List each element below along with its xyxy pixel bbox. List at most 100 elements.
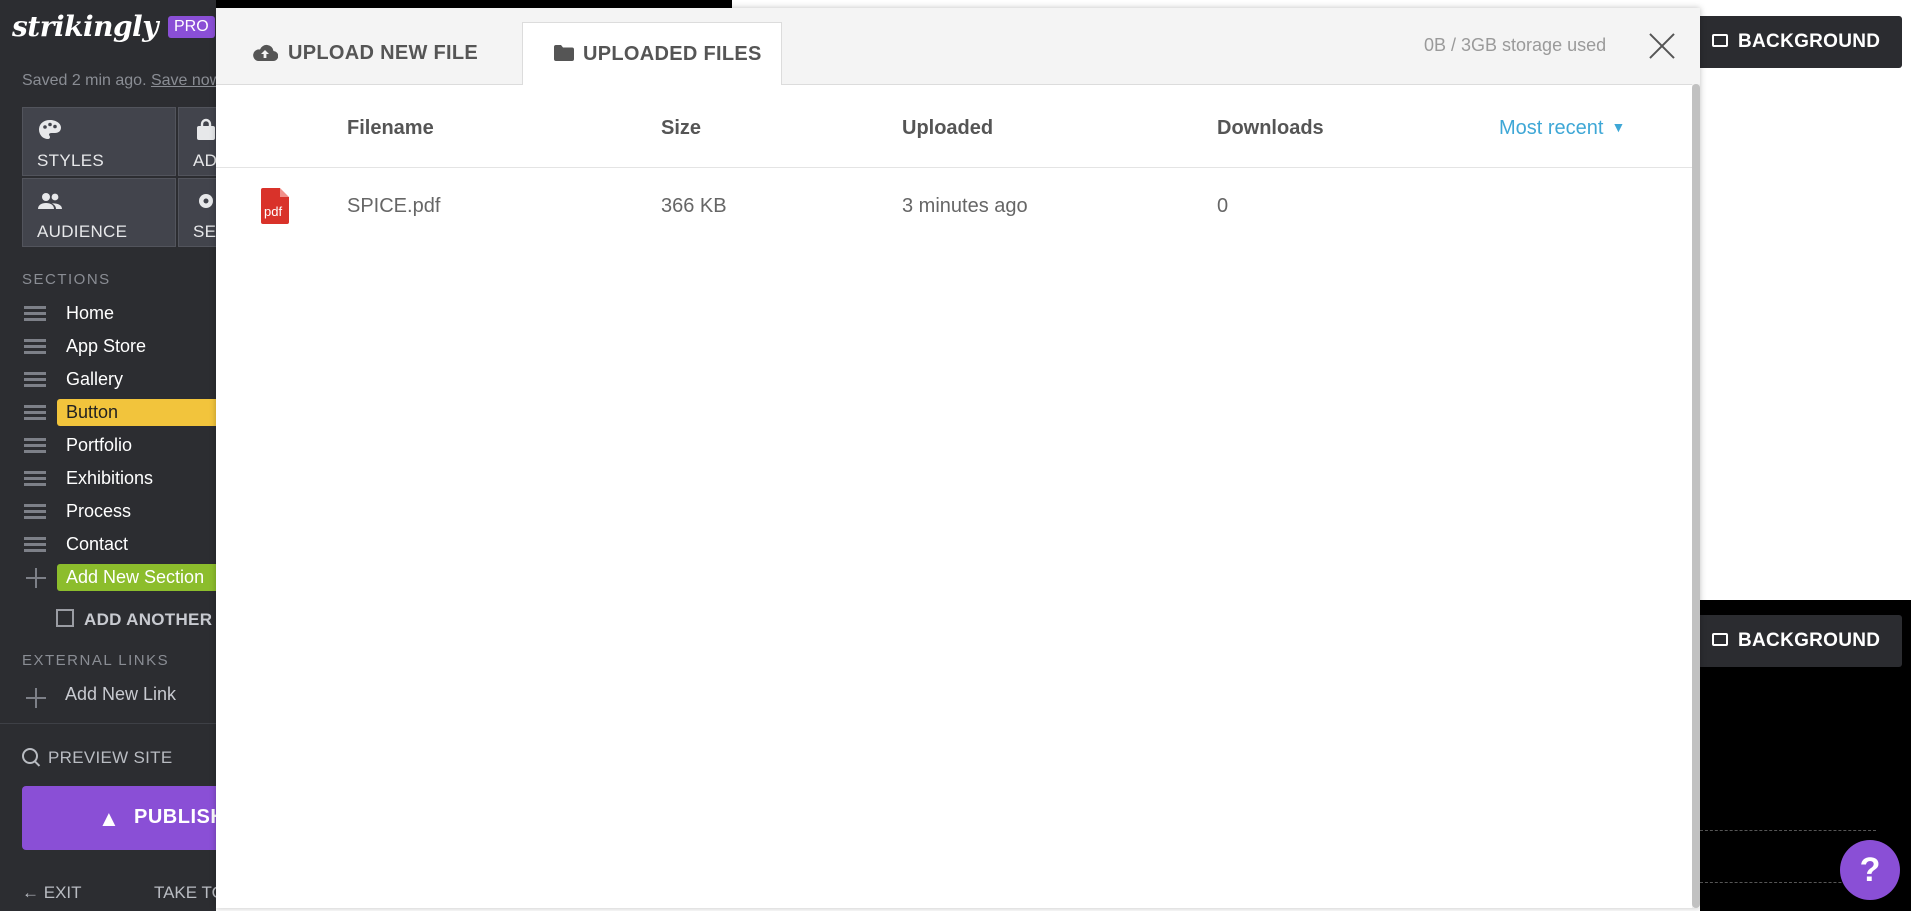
storage-usage: 0B / 3GB storage used [1424,35,1607,55]
add-another-page-button[interactable]: ADD ANOTHER [56,609,212,630]
palette-icon [39,120,61,139]
saved-text: Saved 2 min ago. [22,72,147,89]
strikingly-logo: strikingly [12,10,158,43]
styles-button[interactable]: STYLES [22,107,176,176]
dashed-divider [1700,830,1876,831]
section-item-button[interactable]: Button [22,396,216,429]
column-uploaded[interactable]: Uploaded [902,117,993,140]
folder-icon [554,45,574,61]
rocket-icon: ▲ [98,806,120,831]
close-icon[interactable] [1648,32,1676,60]
add-button[interactable]: ADD [178,107,216,176]
publish-button[interactable]: ▲ PUBLISH [22,786,216,850]
background-button[interactable]: BACKGROUND [1694,16,1902,68]
drag-handle-icon[interactable] [24,504,46,520]
drag-handle-icon[interactable] [24,471,46,487]
caret-down-icon: ▼ [1611,119,1626,135]
pdf-icon-label: pdf [264,204,283,219]
column-filename[interactable]: Filename [347,117,434,140]
drag-handle-icon[interactable] [24,372,46,388]
sidebar-divider [0,723,216,724]
background-label: BACKGROUND [1738,630,1881,651]
exit-label: EXIT [43,883,82,902]
section-label: Home [66,303,115,323]
section-item-gallery[interactable]: Gallery [22,363,216,396]
external-links-heading: EXTERNAL LINKS [22,652,170,669]
background-label: BACKGROUND [1738,31,1881,52]
editor-sidebar: strikingly PRO Saved 2 min ago. Save now… [0,0,216,911]
section-label: Contact [66,534,129,554]
sort-dropdown[interactable]: Most recent ▼ [1499,117,1625,140]
file-name[interactable]: SPICE.pdf [347,195,440,218]
plus-icon [26,568,46,588]
drag-handle-icon[interactable] [24,405,46,421]
cloud-upload-icon [253,44,278,62]
section-label: Exhibitions [66,468,154,488]
save-status: Saved 2 min ago. Save now [22,72,216,90]
preview-site-button[interactable]: PREVIEW SITE [22,748,173,768]
take-tour-button[interactable]: TAKE TOUR [154,883,216,902]
audience-button[interactable]: AUDIENCE [22,178,176,247]
logo-area: strikingly PRO [12,10,215,43]
scrollbar-thumb[interactable] [1692,84,1700,908]
table-row[interactable]: pdf SPICE.pdf 366 KB 3 minutes ago 0 [216,167,1692,247]
sidebar-footer: ← EXIT TAKE TOUR [22,883,216,903]
file-manager-modal: UPLOAD NEW FILE UPLOADED FILES 0B / 3GB … [216,8,1700,908]
canvas-top-strip [216,0,732,8]
publish-label: PUBLISH [134,806,216,828]
background-button[interactable]: BACKGROUND [1694,615,1902,667]
preview-label: PREVIEW SITE [48,748,173,767]
settings-button[interactable]: SETTINGS [178,178,216,247]
image-icon [1712,34,1728,47]
tool-label: AUDIENCE [37,222,128,241]
files-table-header: Filename Size Uploaded Downloads Most re… [216,84,1692,168]
column-downloads[interactable]: Downloads [1217,117,1324,140]
section-item-exhibitions[interactable]: Exhibitions [22,462,216,495]
section-item-contact[interactable]: Contact [22,528,216,561]
section-item-app-store[interactable]: App Store [22,330,216,363]
add-link-label: Add New Link [65,684,177,704]
people-icon [38,193,62,209]
section-label: Portfolio [66,435,133,455]
tab-label: UPLOAD NEW FILE [288,42,479,64]
drag-handle-icon[interactable] [24,306,46,322]
add-section-label: Add New Section [57,564,216,591]
modal-header: UPLOAD NEW FILE UPLOADED FILES 0B / 3GB … [216,8,1700,85]
section-label: Button [57,399,216,426]
section-item-portfolio[interactable]: Portfolio [22,429,216,462]
section-item-home[interactable]: Home [22,297,216,330]
column-size[interactable]: Size [661,117,701,140]
gear-icon [199,194,213,208]
help-button[interactable]: ? [1840,840,1900,900]
add-another-label: ADD ANOTHER [84,610,213,629]
tab-uploaded-files[interactable]: UPLOADED FILES [522,22,782,85]
drag-handle-icon[interactable] [24,339,46,355]
drag-handle-icon[interactable] [24,438,46,454]
save-now-link[interactable]: Save now [151,72,216,89]
tab-label: UPLOADED FILES [583,43,762,65]
tab-upload-new-file[interactable]: UPLOAD NEW FILE [252,22,512,84]
plus-icon [26,688,46,708]
pdf-file-icon: pdf [261,188,289,224]
file-downloads: 0 [1217,195,1229,217]
shopping-bag-icon [197,118,215,140]
file-uploaded: 3 minutes ago [902,195,1028,217]
add-new-link-button[interactable]: Add New Link [22,681,216,711]
tool-label: STYLES [37,151,104,170]
sort-label: Most recent [1499,117,1604,139]
file-size: 366 KB [661,195,727,217]
pages-icon [56,609,74,627]
tool-label: SETTINGS [193,222,216,241]
search-icon [22,748,38,764]
drag-handle-icon[interactable] [24,537,46,553]
add-new-section-button[interactable]: Add New Section [22,561,216,594]
exit-button[interactable]: ← EXIT [22,883,116,902]
sections-heading: SECTIONS [22,271,111,288]
tool-grid: STYLES ADD AUDIENCE SETTINGS [22,107,216,250]
section-item-process[interactable]: Process [22,495,216,528]
sections-list: Home App Store Gallery Button Portfolio … [22,297,216,594]
pro-badge: PRO [167,15,215,38]
scrollbar[interactable] [1692,84,1700,908]
tool-label: ADD [193,151,216,170]
page-fold [280,188,289,197]
